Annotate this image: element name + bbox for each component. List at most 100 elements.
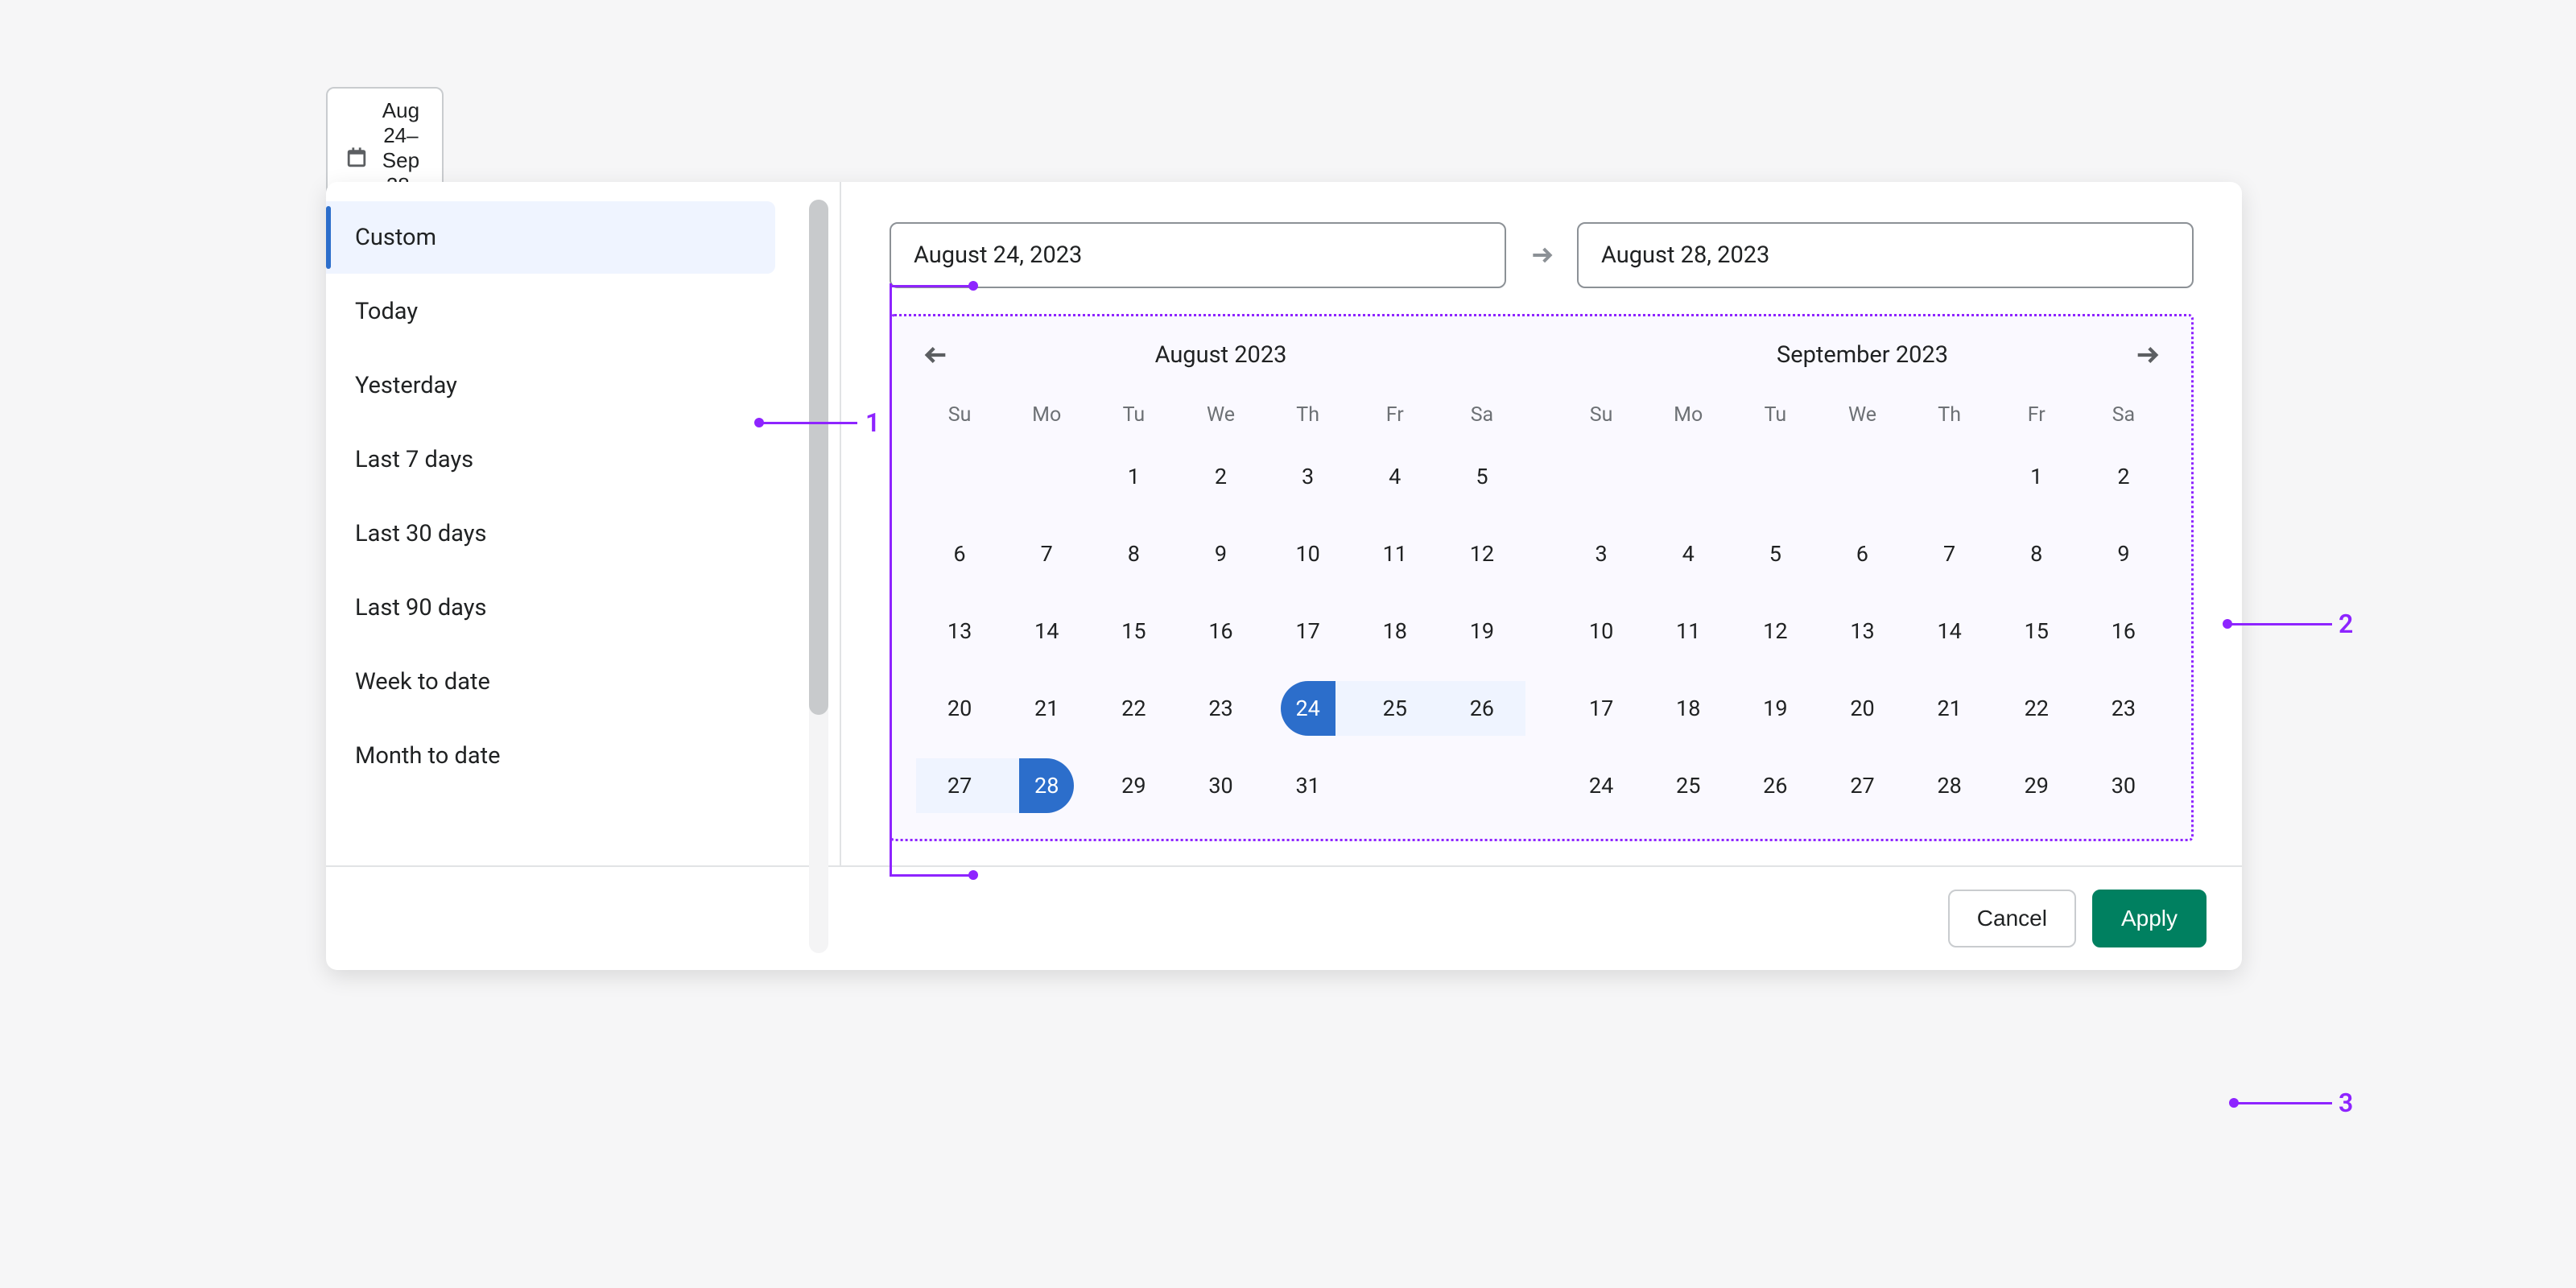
calendar-day[interactable]: 14 [1003,592,1090,670]
calendar-day[interactable]: 26 [1439,670,1525,747]
calendar-day[interactable]: 3 [1558,515,1645,592]
calendar-day[interactable]: 18 [1352,592,1439,670]
calendar-day[interactable]: 27 [916,747,1003,824]
calendar-day[interactable]: 13 [1818,592,1905,670]
calendar-day[interactable]: 9 [2080,515,2167,592]
calendar-title: September 2023 [1777,341,1948,369]
calendar-day[interactable]: 3 [1265,438,1352,515]
calendar-day[interactable]: 2 [2080,438,2167,515]
arrow-right-icon [1529,242,1554,268]
calendar-day[interactable]: 7 [1003,515,1090,592]
calendar-day[interactable]: 4 [1352,438,1439,515]
calendar-day[interactable]: 2 [1177,438,1264,515]
calendar-day[interactable]: 15 [1993,592,2080,670]
calendar-day[interactable]: 22 [1993,670,2080,747]
calendar-day[interactable]: 16 [2080,592,2167,670]
cancel-button[interactable]: Cancel [1948,890,2076,947]
calendar-day[interactable]: 17 [1265,592,1352,670]
calendar-day[interactable]: 25 [1645,747,1732,824]
calendar-day[interactable]: 7 [1906,515,1993,592]
weekday-header: Sa [1439,392,1525,438]
end-date-input[interactable]: August 28, 2023 [1577,222,2194,288]
calendar-day[interactable]: 20 [1818,670,1905,747]
calendar-day[interactable]: 25 [1352,670,1439,747]
calendar-day[interactable]: 1 [1993,438,2080,515]
calendar-day[interactable]: 15 [1090,592,1177,670]
calendar-title: August 2023 [1155,341,1287,369]
calendar-day[interactable]: 9 [1177,515,1264,592]
calendar-day[interactable]: 30 [1177,747,1264,824]
calendar-day[interactable]: 22 [1090,670,1177,747]
weekday-header: Fr [1993,392,2080,438]
calendar-day[interactable]: 4 [1645,515,1732,592]
calendar-day[interactable]: 10 [1265,515,1352,592]
date-picker-popover: CustomTodayYesterdayLast 7 daysLast 30 d… [326,182,2242,970]
calendar-day[interactable]: 28 [1906,747,1993,824]
preset-scrollbar[interactable] [809,200,828,953]
calendar-day[interactable]: 5 [1732,515,1818,592]
weekday-header: Tu [1090,392,1177,438]
calendar-day[interactable]: 8 [1993,515,2080,592]
end-date-value: August 28, 2023 [1601,242,1769,269]
calendar-day[interactable]: 30 [2080,747,2167,824]
calendar-day[interactable]: 13 [916,592,1003,670]
preset-list: CustomTodayYesterdayLast 7 daysLast 30 d… [326,182,841,865]
calendar-day[interactable]: 27 [1818,747,1905,824]
weekday-header: Su [1558,392,1645,438]
preset-last-30-days[interactable]: Last 30 days [326,497,775,570]
next-month-button[interactable] [2133,341,2161,369]
calendar-day[interactable]: 29 [1993,747,2080,824]
preset-week-to-date[interactable]: Week to date [326,646,775,718]
calendar-day[interactable]: 14 [1906,592,1993,670]
calendar-day[interactable]: 17 [1558,670,1645,747]
calendar-day[interactable]: 8 [1090,515,1177,592]
preset-yesterday[interactable]: Yesterday [326,349,775,422]
calendar-day[interactable]: 6 [1818,515,1905,592]
cancel-label: Cancel [1977,906,2047,931]
weekday-header: Th [1265,392,1352,438]
start-date-value: August 24, 2023 [914,242,1082,269]
calendar-day[interactable]: 23 [1177,670,1264,747]
calendar-day[interactable]: 11 [1352,515,1439,592]
annotation-3: 3 [2339,1088,2353,1118]
calendar-day[interactable]: 21 [1003,670,1090,747]
calendar-day[interactable]: 23 [2080,670,2167,747]
calendar-day[interactable]: 18 [1645,670,1732,747]
calendar-day[interactable]: 28 [1003,747,1090,824]
weekday-header: Mo [1645,392,1732,438]
calendar-panel: August 2023SuMoTuWeThFrSa123456789101112… [890,314,2194,841]
preset-today[interactable]: Today [326,275,775,348]
calendar-month: September 2023SuMoTuWeThFrSa123456789101… [1558,331,2167,824]
calendar-month: August 2023SuMoTuWeThFrSa123456789101112… [916,331,1525,824]
weekday-header: Th [1906,392,1993,438]
calendar-day[interactable]: 11 [1645,592,1732,670]
preset-scrollbar-thumb[interactable] [809,200,828,715]
preset-custom[interactable]: Custom [326,201,775,274]
preset-month-to-date[interactable]: Month to date [326,720,775,792]
preset-last-7-days[interactable]: Last 7 days [326,423,775,496]
weekday-header: Sa [2080,392,2167,438]
calendar-day[interactable]: 24 [1265,670,1352,747]
calendar-day[interactable]: 26 [1732,747,1818,824]
calendar-day[interactable]: 5 [1439,438,1525,515]
calendar-day[interactable]: 12 [1732,592,1818,670]
calendar-day[interactable]: 19 [1732,670,1818,747]
weekday-header: Mo [1003,392,1090,438]
calendar-day[interactable]: 6 [916,515,1003,592]
calendar-day[interactable]: 20 [916,670,1003,747]
annotation-2: 2 [2339,609,2353,639]
preset-last-90-days[interactable]: Last 90 days [326,572,775,644]
calendar-day[interactable]: 10 [1558,592,1645,670]
prev-month-button[interactable] [923,341,950,369]
calendar-day[interactable]: 21 [1906,670,1993,747]
calendar-day[interactable]: 12 [1439,515,1525,592]
calendar-day[interactable]: 19 [1439,592,1525,670]
calendar-day[interactable]: 1 [1090,438,1177,515]
apply-button[interactable]: Apply [2092,890,2207,947]
calendar-day[interactable]: 24 [1558,747,1645,824]
start-date-input[interactable]: August 24, 2023 [890,222,1506,288]
calendar-day[interactable]: 31 [1265,747,1352,824]
calendar-day[interactable]: 29 [1090,747,1177,824]
calendar-day[interactable]: 16 [1177,592,1264,670]
weekday-header: Su [916,392,1003,438]
